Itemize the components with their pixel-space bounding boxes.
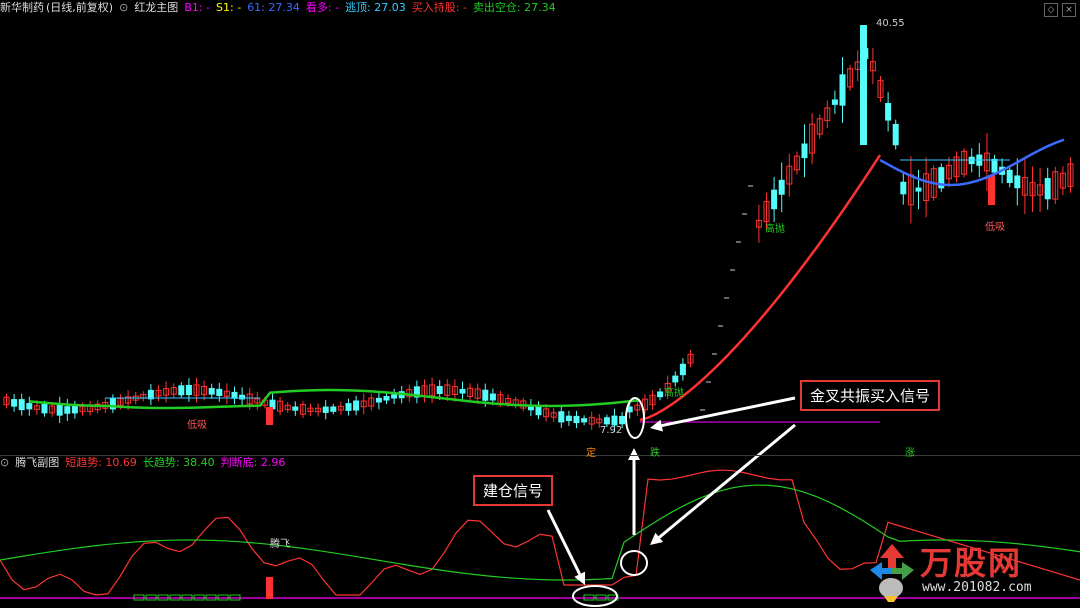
signal-tengfei: 腾飞 bbox=[270, 539, 290, 550]
candle-body bbox=[801, 143, 808, 159]
signal-gaoxian: 高抛 bbox=[664, 388, 684, 399]
main-indicator-field: 买入持股: - bbox=[411, 1, 467, 14]
low-price-label: 7.92 bbox=[600, 425, 623, 436]
candle-body bbox=[1006, 169, 1013, 184]
tengfei-bar bbox=[266, 577, 273, 599]
candle-body bbox=[839, 74, 846, 106]
candle-body bbox=[482, 389, 489, 401]
sub-indicator-header: ⊙ 腾飞副图 短趋势: 10.69 长趋势: 38.40 判断底: 2.96 bbox=[0, 455, 285, 471]
watermark-brand: 万股网 bbox=[920, 544, 1023, 582]
candle-body bbox=[345, 403, 352, 411]
sub-indicator-field: 判断底: 2.96 bbox=[220, 456, 286, 469]
indicator-dropdown-icon[interactable]: ⊙ bbox=[119, 0, 128, 16]
candle-body bbox=[41, 403, 48, 414]
signal-dixi: 低吸 bbox=[985, 222, 1005, 233]
candle-body bbox=[11, 399, 18, 407]
highlight-ellipse bbox=[572, 585, 618, 607]
candle-body bbox=[353, 400, 360, 411]
bull-logo-icon bbox=[870, 544, 914, 602]
collapse-icon[interactable]: ◇ bbox=[1044, 3, 1058, 17]
chart-window[interactable]: 新华制药 (日线,前复权) ⊙ 红龙主图 B1: - S1: - 61: 27.34… bbox=[0, 0, 1080, 608]
high-price-label: 40.55 bbox=[876, 18, 905, 29]
callout-arrow bbox=[661, 396, 796, 428]
candle-body bbox=[771, 189, 778, 210]
signal-box-die: 跌 bbox=[650, 448, 660, 459]
candle-body bbox=[216, 388, 223, 396]
main-indicator-name[interactable]: 红龙主图 bbox=[134, 0, 178, 16]
highlight-ellipse bbox=[620, 550, 648, 576]
candle-body bbox=[322, 406, 329, 413]
candle-body bbox=[383, 395, 390, 401]
indicator-dropdown-icon[interactable]: ⊙ bbox=[0, 455, 9, 471]
stock-name: 新华制药 bbox=[0, 1, 44, 14]
candle-body bbox=[178, 385, 185, 396]
callout-golden-cross: 金叉共振买入信号 bbox=[800, 380, 941, 411]
candle-body bbox=[231, 391, 238, 399]
callout-arrow bbox=[658, 423, 796, 539]
sub-indicator-values: 短趋势: 10.69 长趋势: 38.40 判断底: 2.96 bbox=[65, 455, 285, 471]
candle-body bbox=[208, 388, 215, 395]
candle-body bbox=[489, 393, 496, 401]
candle-body bbox=[988, 175, 995, 205]
candle-body bbox=[860, 25, 867, 145]
candle-body bbox=[581, 418, 588, 423]
candle-body bbox=[611, 415, 618, 426]
main-indicator-field: 61: 27.34 bbox=[247, 1, 300, 14]
candle-body bbox=[657, 391, 664, 398]
candle-body bbox=[885, 102, 892, 121]
candle-body bbox=[619, 415, 626, 425]
candle-body bbox=[185, 384, 192, 396]
main-indicator-field: 逃顶: 27.03 bbox=[345, 1, 406, 14]
candle-body bbox=[459, 388, 466, 394]
candle-body bbox=[831, 99, 838, 105]
signal-box-ding: 定 bbox=[586, 448, 596, 459]
candle-body bbox=[1044, 178, 1051, 200]
candle-body bbox=[18, 399, 25, 411]
main-indicator-field: 卖出空仓: 27.34 bbox=[472, 1, 556, 14]
watermark-url: www.201082.com bbox=[922, 580, 1032, 595]
period-label: (日线,前复权) bbox=[46, 1, 114, 14]
candle-body bbox=[64, 406, 71, 414]
candle-body bbox=[778, 179, 785, 195]
signal-box-zhang: 涨 bbox=[905, 448, 915, 459]
candle-body bbox=[603, 417, 610, 425]
main-indicator-values: B1: - S1: - 61: 27.34 看多: - 逃顶: 27.03 买入持股: -… bbox=[184, 0, 555, 16]
candle-body bbox=[292, 406, 299, 411]
candle-body bbox=[330, 406, 337, 412]
main-indicator-header: 新华制药 (日线,前复权) ⊙ 红龙主图 B1: - S1: - 61: 27.34… bbox=[0, 0, 556, 16]
candle-body bbox=[573, 415, 580, 424]
callout-arrow-head bbox=[628, 448, 640, 460]
main-candlestick-chart[interactable] bbox=[0, 0, 1080, 608]
main-indicator-field: 看多: - bbox=[305, 1, 340, 14]
candle-body bbox=[565, 415, 572, 422]
candle-body bbox=[71, 406, 78, 414]
highlight-ellipse bbox=[625, 397, 645, 439]
main-indicator-field: B1: - bbox=[184, 1, 211, 14]
sub-indicator-field: 长趋势: 38.40 bbox=[142, 456, 215, 469]
candle-body bbox=[56, 404, 63, 416]
candle-body bbox=[1014, 175, 1021, 189]
candle-body bbox=[892, 123, 899, 146]
candle-body bbox=[679, 363, 686, 376]
main-indicator-field: S1: - bbox=[216, 1, 242, 14]
candle-body bbox=[672, 375, 679, 383]
candle-body bbox=[391, 394, 398, 399]
close-icon[interactable]: × bbox=[1062, 3, 1076, 17]
candle-body bbox=[991, 158, 998, 173]
candle-body bbox=[558, 411, 565, 423]
sub-indicator-field: 短趋势: 10.69 bbox=[65, 456, 137, 469]
candle-body bbox=[436, 386, 443, 395]
watermark-logo: 万股网 www.201082.com bbox=[864, 540, 1074, 604]
signal-dixi: 低吸 bbox=[187, 420, 207, 431]
candle-body bbox=[915, 187, 922, 192]
sub-indicator-name[interactable]: 腾飞副图 bbox=[15, 455, 59, 471]
callout-arrow bbox=[546, 509, 582, 575]
candle-body bbox=[900, 181, 907, 195]
candle-body bbox=[266, 407, 273, 425]
callout-arrow-head bbox=[650, 419, 663, 432]
callout-build-position: 建仓信号 bbox=[473, 475, 554, 506]
candle-body bbox=[26, 403, 33, 410]
candle-body bbox=[375, 397, 382, 403]
signal-gaoxian: 高抛 bbox=[765, 224, 785, 235]
